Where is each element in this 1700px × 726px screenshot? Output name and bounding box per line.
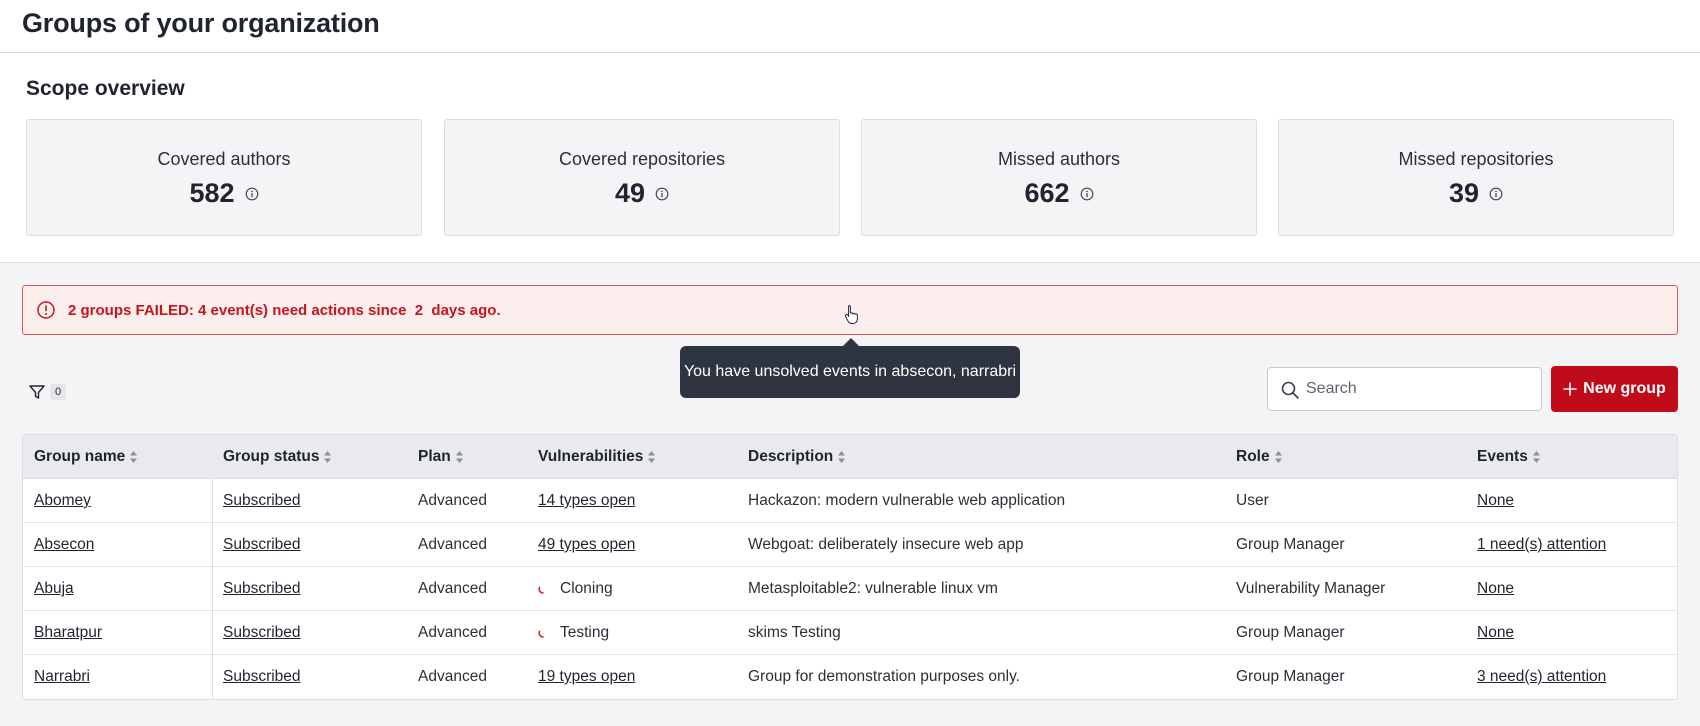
role-cell: Group Manager [1236,624,1345,641]
table-row[interactable]: Absecon Subscribed Advanced 49 types ope… [23,523,1677,567]
group-name-link[interactable]: Absecon [34,536,94,554]
search-box [1267,367,1542,411]
table-row[interactable]: Abomey Subscribed Advanced 14 types open… [23,479,1677,523]
card-value: 39 [1448,178,1480,208]
role-cell: Group Manager [1236,668,1345,685]
column-header-description[interactable]: Description [748,435,846,479]
alert-circle-icon [37,301,55,319]
card-missed-authors: Missed authors 662 [861,119,1257,236]
events-link[interactable]: 3 need(s) attention [1477,668,1606,686]
search-icon [1281,381,1299,399]
hand-cursor-icon [844,305,858,324]
loading-spinner-icon [538,586,544,594]
info-icon[interactable] [245,187,259,201]
column-header-group-status[interactable]: Group status [223,435,332,479]
page-title: Groups of your organization [22,8,380,38]
group-status-link[interactable]: Subscribed [223,624,301,642]
alert-text: 2 groups FAILED: 4 event(s) need actions… [68,302,501,319]
tooltip-text: You have unsolved events in absecon, nar… [683,363,1017,380]
vulnerabilities-link[interactable]: 49 types open [538,536,635,554]
sort-icon [130,451,138,463]
vulnerabilities-link[interactable]: 19 types open [538,668,635,686]
card-label: Missed authors [997,149,1121,169]
sort-icon [455,451,463,463]
filter-count-badge: 0 [50,384,67,400]
group-name-link[interactable]: Bharatpur [34,624,102,642]
description-cell: skims Testing [748,624,841,641]
column-header-role[interactable]: Role [1236,435,1283,479]
new-group-button[interactable]: New group [1551,366,1678,412]
vulnerabilities-cell: Cloning [538,567,613,611]
vulnerabilities-status: Testing [560,624,610,641]
events-link[interactable]: None [1477,492,1514,510]
group-name-link[interactable]: Narrabri [34,668,90,686]
role-cell: Vulnerability Manager [1236,580,1386,597]
filter-button[interactable]: 0 [28,383,67,401]
plan-cell: Advanced [418,624,487,641]
card-label: Covered authors [157,149,291,169]
info-icon[interactable] [655,187,669,201]
role-cell: User [1236,492,1269,509]
events-link[interactable]: 1 need(s) attention [1477,536,1606,554]
search-input[interactable] [1306,370,1531,408]
events-tooltip: You have unsolved events in absecon, nar… [680,338,1020,398]
group-status-link[interactable]: Subscribed [223,668,301,686]
table-header: Group name Group status Plan Vulnerabili… [23,435,1677,479]
group-name-link[interactable]: Abomey [34,492,91,510]
description-cell: Metasploitable2: vulnerable linux vm [748,580,998,597]
vulnerabilities-link[interactable]: 14 types open [538,492,635,510]
events-link[interactable]: None [1477,624,1514,642]
group-status-link[interactable]: Subscribed [223,492,301,510]
description-cell: Hackazon: modern vulnerable web applicat… [748,492,1066,509]
sort-icon [324,451,332,463]
plus-icon [1563,382,1577,396]
plan-cell: Advanced [418,536,487,553]
column-header-events[interactable]: Events [1477,435,1541,479]
card-value: 582 [189,178,235,208]
group-name-link[interactable]: Abuja [34,580,74,598]
table-row[interactable]: Narrabri Subscribed Advanced 19 types op… [23,655,1677,699]
filter-icon [29,385,45,399]
vulnerabilities-cell: Testing [538,611,609,655]
group-status-link[interactable]: Subscribed [223,580,301,598]
card-label: Covered repositories [558,149,726,169]
scope-overview-title: Scope overview [26,77,185,100]
plan-cell: Advanced [418,492,487,509]
role-cell: Group Manager [1236,536,1345,553]
scope-overview: Scope overview Covered authors 582 Cover… [0,53,1700,263]
description-cell: Group for demonstration purposes only. [748,668,1020,685]
card-value: 49 [614,178,646,208]
plan-cell: Advanced [418,580,487,597]
vulnerabilities-status: Cloning [560,580,613,597]
card-value: 662 [1024,178,1070,208]
info-icon[interactable] [1080,187,1094,201]
sort-icon [1274,451,1282,463]
card-missed-repositories: Missed repositories 39 [1278,119,1674,236]
sort-icon [1532,451,1540,463]
page-header: Groups of your organization [0,0,1700,53]
group-status-link[interactable]: Subscribed [223,536,301,554]
events-link[interactable]: None [1477,580,1514,598]
table-row[interactable]: Abuja Subscribed Advanced Cloning Metasp… [23,567,1677,611]
card-label: Missed repositories [1398,149,1554,169]
info-icon[interactable] [1489,187,1503,201]
loading-spinner-icon [538,630,544,638]
plan-cell: Advanced [418,668,487,685]
column-header-plan[interactable]: Plan [418,435,464,479]
groups-table: Group name Group status Plan Vulnerabili… [22,434,1678,700]
column-header-vulnerabilities[interactable]: Vulnerabilities [538,435,656,479]
sort-icon [838,451,846,463]
description-cell: Webgoat: deliberately insecure web app [748,536,1024,553]
card-covered-repositories: Covered repositories 49 [444,119,840,236]
sort-icon [648,451,656,463]
table-row[interactable]: Bharatpur Subscribed Advanced Testing sk… [23,611,1677,655]
column-header-group-name[interactable]: Group name [34,435,138,479]
new-group-label: New group [1583,380,1666,397]
card-covered-authors: Covered authors 582 [26,119,422,236]
